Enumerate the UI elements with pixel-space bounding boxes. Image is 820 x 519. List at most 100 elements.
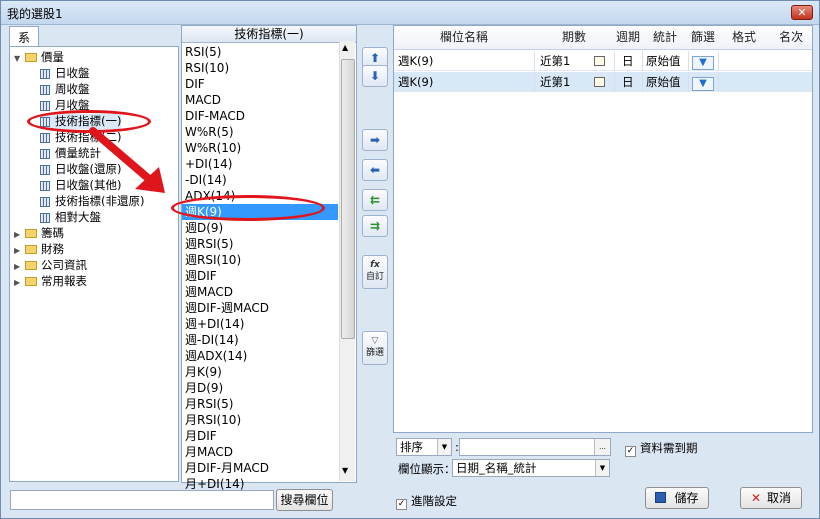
indicator-item[interactable]: 月DIF-月MACD [185,460,269,476]
advanced-settings-checkbox[interactable]: ✓ 進階設定 [396,493,457,510]
tree-node-company-info[interactable]: ▶ 公司資訊 [14,258,87,273]
checkbox-checked-icon[interactable]: ✓ [396,499,407,510]
remove-field-button[interactable]: ⬅ [362,159,388,181]
filter-icon[interactable]: ▼ [692,51,714,71]
indicator-item[interactable]: 週+DI(14) [185,316,244,332]
column-header-stat[interactable]: 統計 [642,26,688,48]
indicator-item[interactable]: 月RSI(10) [185,412,241,428]
folder-icon [25,53,37,62]
window-title: 我的選股1 [7,7,63,21]
cell-stat[interactable]: 原始值 [646,51,681,71]
close-icon: ✕ [750,491,762,505]
tree-node-price-volume[interactable]: ▼ 價量 [14,50,64,65]
indicator-item[interactable]: +DI(14) [185,156,232,172]
save-button[interactable]: 儲存 [645,487,709,509]
tree-item[interactable]: 日收盤 [40,66,90,81]
tab-system[interactable]: 系統 [9,26,40,62]
table-icon [40,132,50,143]
remove-all-button[interactable]: ⇇ [362,189,388,211]
grid-row-selected[interactable]: 週K(9) 近第1 日 原始值 ▼ [394,72,812,92]
move-down-button[interactable]: ⬇ [362,65,388,87]
indicator-item[interactable]: 月DIF [185,428,217,444]
search-field-button[interactable]: 搜尋欄位 [276,489,333,511]
indicator-item[interactable]: W%R(10) [185,140,241,156]
folder-icon [25,277,37,286]
selected-fields-grid: 欄位名稱 期數 週期 統計 篩選 格式 名次 週K(9) 近第1 日 原始值 ▼… [393,25,813,433]
indicator-item[interactable]: RSI(10) [185,60,229,76]
close-button[interactable]: ✕ [791,5,813,20]
indicator-item[interactable]: 月RSI(5) [185,396,234,412]
tree-item[interactable]: 周收盤 [40,82,90,97]
table-icon [40,196,50,207]
column-header-rank[interactable]: 名次 [770,26,812,48]
edit-icon[interactable] [594,51,605,71]
column-header-filter[interactable]: 篩選 [688,26,718,48]
funnel-icon: ▽ [371,336,379,346]
filter-icon[interactable]: ▼ [692,72,714,92]
cell-period[interactable]: 近第1 [540,72,570,92]
column-header-period[interactable]: 期數 [534,26,614,48]
chevron-down-icon[interactable]: ▼ [595,460,609,476]
indicator-item[interactable]: -DI(14) [185,172,227,188]
grid-row[interactable]: 週K(9) 近第1 日 原始值 ▼ [394,51,812,71]
edit-icon[interactable] [594,72,605,92]
table-icon [40,180,50,191]
indicator-list-header: 技術指標(一) [182,26,356,43]
display-format-select[interactable]: 日期_名稱_統計 ▼ [452,459,610,477]
indicator-item[interactable]: RSI(5) [185,44,222,60]
table-icon [40,68,50,79]
indicator-item[interactable]: 月D(9) [185,380,223,396]
checkbox-checked-icon[interactable]: ✓ [625,446,636,457]
column-header-format[interactable]: 格式 [718,26,770,48]
cell-cycle[interactable]: 日 [622,72,634,92]
tree-node-finance[interactable]: ▶ 財務 [14,242,64,257]
search-field-input[interactable] [10,490,274,510]
indicator-item[interactable]: MACD [185,92,221,108]
indicator-item[interactable]: 週RSI(10) [185,252,241,268]
cancel-button[interactable]: ✕ 取消 [740,487,802,509]
table-icon [40,212,50,223]
cell-stat[interactable]: 原始值 [646,72,681,92]
scrollbar-thumb[interactable] [341,59,355,339]
cell-name: 週K(9) [398,75,434,89]
sort-select[interactable]: 排序 ▼ [396,438,452,456]
indicator-item[interactable]: 週DIF [185,268,217,284]
sort-field-input[interactable]: ... [459,438,611,456]
fx-icon: fx [370,260,380,270]
tree-item[interactable]: 相對大盤 [40,210,101,225]
add-all-button[interactable]: ⇉ [362,215,388,237]
title-bar: 我的選股1 ✕ [1,1,819,25]
indicator-item[interactable]: 週RSI(5) [185,236,234,252]
tree-node-reports[interactable]: ▶ 常用報表 [14,274,87,289]
indicator-item[interactable]: 週-DI(14) [185,332,239,348]
indicator-list-panel: 技術指標(一) RSI(5) RSI(10) DIF MACD DIF-MACD W%R(… [181,25,357,491]
column-header-name[interactable]: 欄位名稱 [394,26,534,48]
cell-cycle[interactable]: 日 [622,51,634,71]
indicator-item[interactable]: 月K(9) [185,364,222,380]
table-icon [40,84,50,95]
indicator-item[interactable]: 月MACD [185,444,233,460]
indicator-item[interactable]: 週D(9) [185,220,223,236]
scroll-down-icon[interactable]: ▼ [342,466,348,475]
indicator-scrollbar[interactable]: ▲ ▼ [339,41,355,481]
chevron-down-icon[interactable]: ▼ [437,439,451,455]
transfer-toolbar: ⬆ ⬇ ➡ ⬅ ⇇ ⇉ fx 自訂 ▽ 篩選 [359,25,391,483]
add-field-button[interactable]: ➡ [362,129,388,151]
need-expire-checkbox[interactable]: ✓ 資料需到期 [625,440,698,457]
indicator-item[interactable]: 週ADX(14) [185,348,247,364]
save-icon [655,492,667,503]
scroll-up-icon[interactable]: ▲ [342,43,348,52]
custom-formula-button[interactable]: fx 自訂 [362,255,388,289]
indicator-item[interactable]: DIF-MACD [185,108,245,124]
column-header-cycle[interactable]: 週期 [614,26,642,48]
indicator-item[interactable]: 週MACD [185,284,233,300]
indicator-item[interactable]: DIF [185,76,205,92]
filter-button[interactable]: ▽ 篩選 [362,331,388,365]
display-label: 欄位顯示： [398,462,456,476]
tree-node-chips[interactable]: ▶ 籌碼 [14,226,64,241]
highlight-ring-list [171,195,325,221]
indicator-item[interactable]: 週DIF-週MACD [185,300,269,316]
cell-period[interactable]: 近第1 [540,51,570,71]
browse-button[interactable]: ... [594,439,610,455]
indicator-item[interactable]: W%R(5) [185,124,234,140]
